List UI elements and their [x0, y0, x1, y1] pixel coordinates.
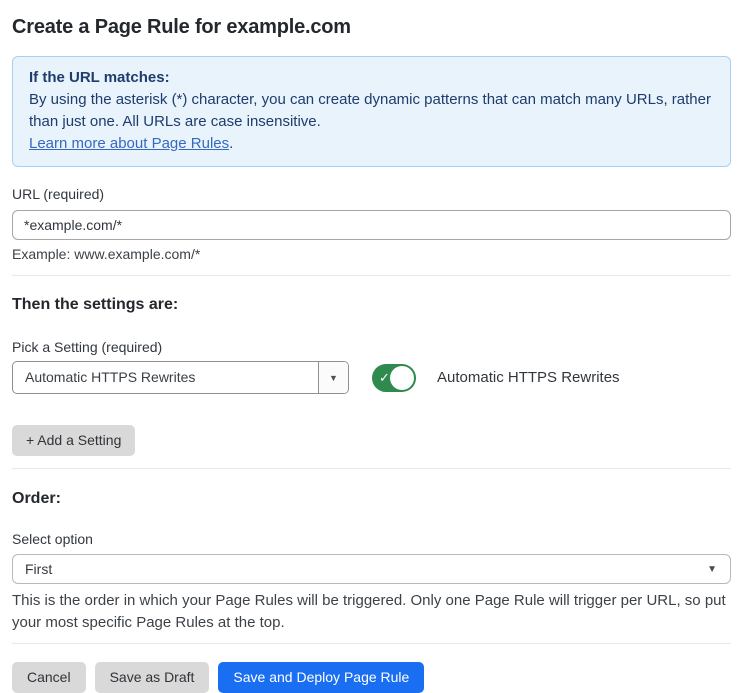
order-helper-text: This is the order in which your Page Rul… [12, 592, 726, 631]
save-as-draft-button[interactable]: Save as Draft [94, 662, 210, 693]
divider [12, 275, 731, 276]
notice-body: By using the asterisk (*) character, you… [29, 91, 711, 130]
check-icon: ✓ [379, 369, 390, 385]
order-select[interactable]: First ▼ [12, 554, 731, 584]
learn-more-link[interactable]: Learn more about Page Rules [29, 135, 229, 152]
divider [12, 468, 731, 469]
toggle-label: Automatic HTTPS Rewrites [437, 369, 620, 386]
setting-select-arrow-button[interactable]: ▼ [318, 362, 348, 393]
setting-picker-label: Pick a Setting (required) [12, 339, 163, 355]
notice-link-line: Learn more about Page Rules. [29, 133, 714, 155]
order-select-label: Select option [12, 531, 93, 547]
notice-heading: If the URL matches: [29, 69, 170, 86]
toggle-knob [390, 365, 414, 390]
page-title: Create a Page Rule for example.com [12, 16, 351, 38]
url-input[interactable] [12, 210, 731, 240]
order-section-heading: Order: [12, 490, 61, 507]
cancel-button[interactable]: Cancel [12, 662, 86, 693]
settings-section-heading: Then the settings are: [12, 296, 179, 313]
footer-actions: Cancel Save as Draft Save and Deploy Pag… [12, 662, 731, 693]
url-field-label: URL (required) [12, 186, 105, 202]
create-page-rule-panel: Create a Page Rule for example.com If th… [0, 0, 743, 693]
setting-select[interactable]: Automatic HTTPS Rewrites ▼ [12, 361, 349, 394]
setting-toggle[interactable]: ✓ [372, 363, 416, 392]
chevron-down-icon: ▼ [707, 563, 717, 575]
divider [12, 643, 731, 644]
order-select-value: First [25, 561, 53, 577]
notice-link-suffix: . [229, 135, 234, 152]
setting-row: Automatic HTTPS Rewrites ▼ ✓ Automatic H… [12, 361, 731, 394]
url-helper-text: Example: www.example.com/* [12, 246, 201, 262]
save-and-deploy-button[interactable]: Save and Deploy Page Rule [218, 662, 425, 693]
chevron-down-icon: ▼ [329, 372, 338, 383]
setting-select-value: Automatic HTTPS Rewrites [25, 369, 196, 385]
add-setting-button[interactable]: + Add a Setting [12, 425, 136, 456]
url-match-notice: If the URL matches: By using the asteris… [12, 56, 731, 167]
